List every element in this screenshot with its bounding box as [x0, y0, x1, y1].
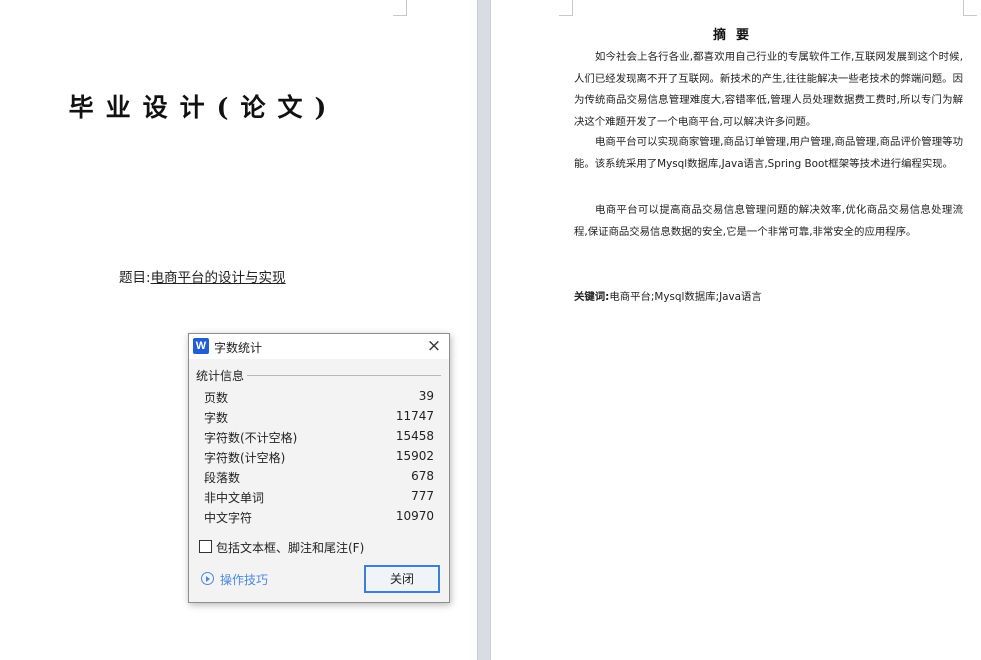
stat-label: 字符数(计空格): [204, 451, 286, 465]
stat-row-chars-with-spaces: 字符数(计空格) 15902: [204, 449, 434, 467]
crop-mark: [559, 0, 573, 16]
group-divider: [247, 375, 441, 376]
topic-line: 题目:电商平台的设计与实现: [119, 266, 286, 286]
topic-label: 题目:: [119, 270, 151, 286]
abstract-heading: 摘要: [712, 28, 759, 43]
page-gutter: [477, 0, 491, 660]
stat-value: 678: [411, 469, 434, 483]
crop-mark: [963, 0, 977, 16]
checkbox-box[interactable]: [199, 540, 212, 553]
crop-mark: [393, 0, 407, 16]
stat-row-chinese-chars: 中文字符 10970: [204, 509, 434, 527]
dialog-titlebar[interactable]: W 字数统计 ×: [189, 334, 449, 359]
play-circle-icon: [201, 572, 214, 585]
stat-label: 字符数(不计空格): [204, 431, 298, 445]
right-page: 摘要 如今社会上各行各业,都喜欢用自己行业的专属软件工作,互联网发展到这个时候,…: [491, 0, 981, 660]
stat-value: 10970: [395, 509, 434, 523]
stat-row-pages: 页数 39: [204, 389, 434, 407]
tips-label[interactable]: 操作技巧: [220, 571, 268, 588]
abstract-paragraph-1: 如今社会上各行各业,都喜欢用自己行业的专属软件工作,互联网发展到这个时候,人们已…: [574, 51, 963, 128]
stat-value: 15458: [395, 429, 434, 443]
stat-row-words: 字数 11747: [204, 409, 434, 427]
topic-value: 电商平台的设计与实现: [150, 270, 286, 286]
stat-label: 中文字符: [204, 511, 253, 525]
thesis-title: 毕业设计(论文): [68, 93, 339, 122]
stat-label: 非中文单词: [204, 491, 265, 505]
stat-row-paragraphs: 段落数 678: [204, 469, 434, 487]
wps-app-icon: W: [193, 338, 209, 354]
close-button[interactable]: 关闭: [364, 565, 440, 593]
stat-value: 777: [411, 489, 434, 503]
stat-row-non-chinese-words: 非中文单词 777: [204, 489, 434, 507]
stat-row-chars-no-spaces: 字符数(不计空格) 15458: [204, 429, 434, 447]
stat-label: 字数: [204, 411, 229, 425]
keywords-line: 关键词:电商平台;Mysql数据库;Java语言: [574, 288, 762, 303]
keywords-label: 关键词:: [574, 291, 610, 303]
abstract-paragraph-2: 电商平台可以实现商家管理,商品订单管理,用户管理,商品管理,商品评价管理等功能。…: [574, 136, 963, 170]
stat-value: 11747: [395, 409, 434, 423]
stat-label: 段落数: [204, 471, 241, 485]
close-icon[interactable]: ×: [422, 335, 446, 357]
checkbox-label[interactable]: 包括文本框、脚注和尾注(F): [216, 539, 364, 556]
keywords-value: 电商平台;Mysql数据库;Java语言: [609, 291, 762, 303]
stats-group-label: 统计信息: [196, 369, 245, 383]
stat-value: 15902: [395, 449, 434, 463]
word-count-dialog: W 字数统计 × 统计信息 页数 39 字数 11747 字符数(不计空格) 1…: [188, 333, 450, 603]
stat-label: 页数: [204, 391, 229, 405]
abstract-paragraph-3: 电商平台可以提高商品交易信息管理问题的解决效率,优化商品交易信息处理流程,保证商…: [574, 204, 963, 238]
stat-value: 39: [418, 389, 434, 403]
dialog-title: 字数统计: [214, 341, 263, 355]
